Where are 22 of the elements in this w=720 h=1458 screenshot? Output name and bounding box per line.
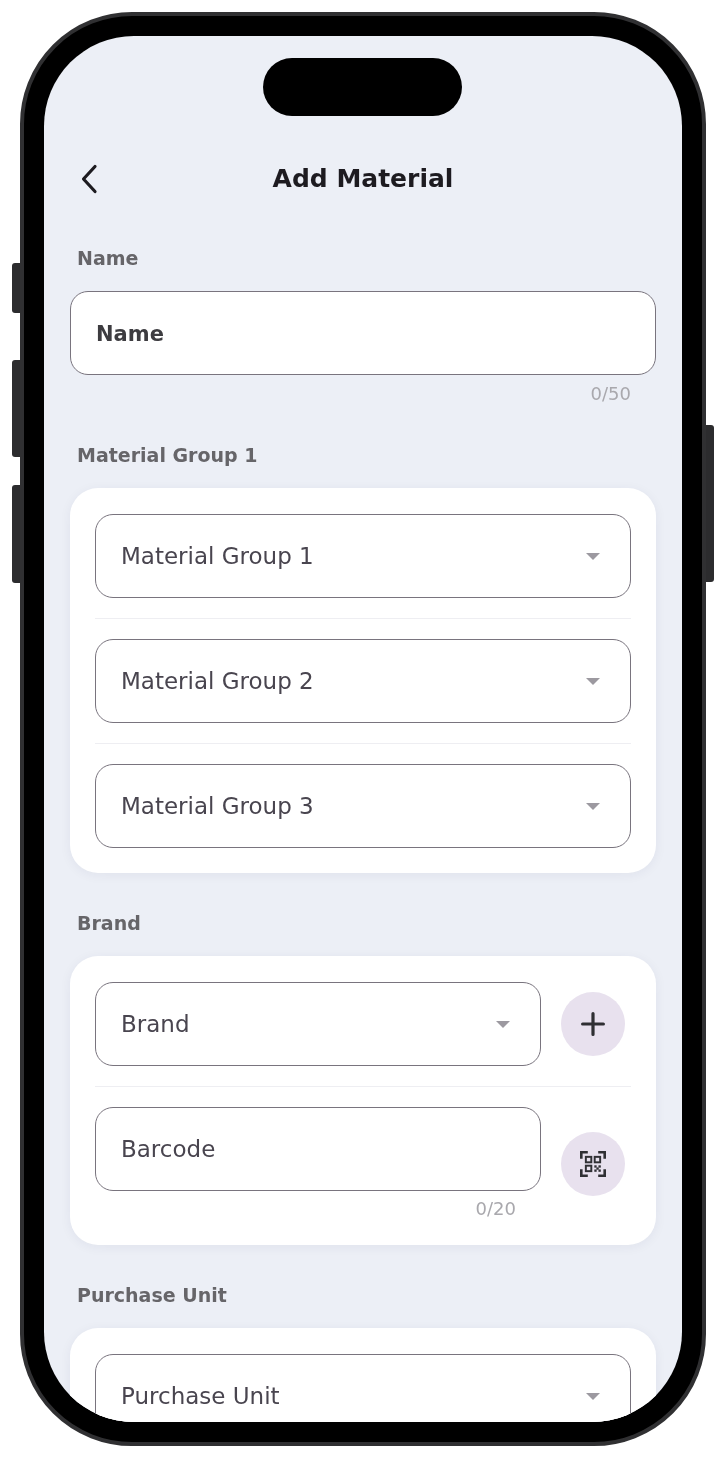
page-title: Add Material [271, 163, 455, 195]
section-label: Brand [76, 911, 142, 935]
dropdown-field[interactable]: Material Group 3 [95, 764, 631, 848]
section-label: Name [76, 246, 140, 270]
character-counter: 0/20 [475, 1198, 516, 1220]
caret-icon [586, 552, 600, 560]
dropdown-field[interactable]: Brand [95, 982, 541, 1066]
back-icon [80, 164, 98, 194]
dropdown-field[interactable]: Material Group 2 [95, 639, 631, 723]
caret-icon [586, 677, 600, 685]
section-label: Material Group 1 [76, 443, 259, 467]
caret-icon [586, 1392, 600, 1400]
text-field[interactable]: Barcode [95, 1107, 541, 1191]
dropdown-field[interactable]: Material Group 1 [95, 514, 631, 598]
section-label: Purchase Unit [76, 1283, 228, 1307]
character-counter: 0/50 [590, 383, 631, 405]
text-field[interactable]: Name [70, 291, 656, 375]
plus-icon [581, 1012, 605, 1036]
dropdown-field[interactable]: Purchase Unit [95, 1354, 631, 1422]
caret-icon [586, 802, 600, 810]
qr-scan-icon [580, 1150, 606, 1177]
caret-icon [496, 1020, 510, 1028]
